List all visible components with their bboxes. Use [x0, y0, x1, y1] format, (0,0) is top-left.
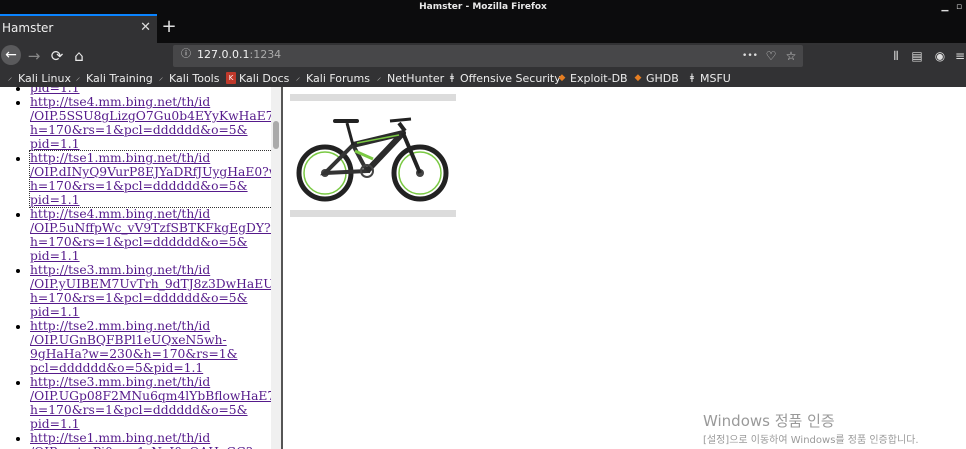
image-top-border	[290, 94, 456, 101]
kali-icon: ⸝	[295, 73, 301, 83]
image-link[interactable]: pid=1.1	[30, 87, 272, 95]
url-bar[interactable]: ⓘ 127.0.0.1:1234 ••• ♡ ☆	[173, 45, 803, 67]
ghdb-icon: ◆	[634, 73, 642, 83]
windows-activation-title: Windows 정품 인증	[703, 412, 835, 430]
seatpost	[345, 122, 355, 146]
exploitdb-icon: ◆	[558, 73, 566, 83]
bookmark-kali-tools[interactable]: ⸝ Kali Tools	[156, 71, 220, 85]
pocket-icon[interactable]: ♡	[762, 46, 780, 66]
bookmark-kali-forums[interactable]: ⸝ Kali Forums	[293, 71, 370, 85]
kali-icon: ⸝	[75, 73, 81, 83]
image-bottom-border	[290, 210, 456, 217]
kali-icon: ⸝	[7, 73, 13, 83]
image-link[interactable]: http://tse1.mm.bing.net/th/id /OIP.mvtwP…	[30, 431, 273, 449]
bicycle-image[interactable]	[295, 105, 455, 209]
bookmark-kali-training[interactable]: ⸝ Kali Training	[73, 71, 153, 85]
kali-icon: ⸝	[376, 73, 382, 83]
bookmark-exploit-db[interactable]: ◆ Exploit-DB	[557, 71, 628, 85]
back-button[interactable]: ←	[1, 45, 21, 65]
image-link[interactable]: http://tse3.mm.bing.net/th/id /OIP.yUIBE…	[30, 263, 281, 319]
url-text[interactable]: 127.0.0.1:1234	[197, 48, 281, 61]
image-link[interactable]: http://tse4.mm.bing.net/th/id /OIP.5uNff…	[30, 207, 281, 263]
tab-hamster[interactable]: Hamster ✕	[0, 14, 157, 43]
list-item: http://tse1.mm.bing.net/th/id /OIP.dINyQ…	[29, 150, 281, 208]
list-item: pid=1.1	[30, 87, 272, 95]
handlebar	[389, 117, 412, 123]
offsec-icon: ǂ	[689, 73, 695, 83]
menu-icon[interactable]: ≡	[950, 46, 966, 66]
link-list: pid=1.1http://tse4.mm.bing.net/th/id /OI…	[0, 87, 281, 449]
image-link[interactable]: http://tse4.mm.bing.net/th/id /OIP.5SSU8…	[30, 95, 281, 151]
bookmark-nethunter[interactable]: ⸝ NetHunter	[374, 71, 444, 85]
right-frame	[285, 87, 966, 449]
left-frame: pid=1.1http://tse4.mm.bing.net/th/id /OI…	[0, 87, 283, 449]
image-link[interactable]: http://tse2.mm.bing.net/th/id /OIP.UGnBQ…	[30, 319, 272, 375]
bookmarks-toolbar: ⸝ Kali Linux ⸝ Kali Training ⸝ Kali Tools K…	[0, 69, 966, 87]
left-frame-scrollbar[interactable]	[271, 87, 281, 449]
home-button[interactable]: ⌂	[69, 46, 89, 66]
tab-title: Hamster	[2, 21, 54, 35]
window-title: Hamster - Mozilla Firefox	[419, 2, 547, 12]
window-titlebar: Hamster - Mozilla Firefox ▁ ▫	[0, 0, 966, 14]
list-item: http://tse1.mm.bing.net/th/id /OIP.mvtwP…	[30, 431, 273, 449]
forward-button[interactable]: →	[24, 46, 44, 66]
reload-button[interactable]: ⟳	[47, 46, 67, 66]
kali-docs-icon: K	[226, 72, 236, 84]
minimize-icon[interactable]: ▁	[938, 0, 952, 14]
bookmark-msfu[interactable]: ǂ MSFU	[687, 71, 731, 85]
library-icon[interactable]: ⫴	[886, 46, 906, 66]
new-tab-button[interactable]: +	[160, 17, 178, 37]
stem	[397, 121, 407, 133]
tab-strip: Hamster ✕ +	[0, 14, 966, 43]
sidebar-icon[interactable]: ▤	[907, 46, 927, 66]
page-content: pid=1.1http://tse4.mm.bing.net/th/id /OI…	[0, 87, 966, 449]
bookmark-star-icon[interactable]: ☆	[782, 46, 800, 66]
navigation-toolbar: ← → ⟳ ⌂ ⓘ 127.0.0.1:1234 ••• ♡ ☆ ⫴ ▤ ◉ ≡	[0, 43, 966, 69]
list-item: http://tse3.mm.bing.net/th/id /OIP.UGp08…	[30, 375, 281, 431]
offsec-icon: ǂ	[449, 73, 455, 83]
list-item: http://tse2.mm.bing.net/th/id /OIP.UGnBQ…	[30, 319, 272, 375]
bookmark-ghdb[interactable]: ◆ GHDB	[633, 71, 679, 85]
windows-activation-message: [설정]으로 이동하여 Windows를 정품 인증합니다.	[703, 435, 919, 446]
image-link[interactable]: http://tse3.mm.bing.net/th/id /OIP.UGp08…	[30, 375, 281, 431]
account-icon[interactable]: ◉	[930, 46, 950, 66]
page-actions-icon[interactable]: •••	[741, 46, 759, 66]
list-item: http://tse3.mm.bing.net/th/id /OIP.yUIBE…	[30, 263, 281, 319]
close-tab-icon[interactable]: ✕	[140, 20, 151, 35]
image-link[interactable]: http://tse1.mm.bing.net/th/id /OIP.dINyQ…	[29, 150, 281, 208]
bookmark-kali-docs[interactable]: K Kali Docs	[226, 71, 289, 85]
scrollbar-thumb[interactable]	[273, 121, 279, 149]
kali-icon: ⸝	[158, 73, 164, 83]
bookmark-kali-linux[interactable]: ⸝ Kali Linux	[5, 71, 71, 85]
bookmark-offensive-security[interactable]: ǂ Offensive Security	[447, 71, 561, 85]
maximize-icon[interactable]: ▫	[952, 0, 966, 14]
site-info-icon[interactable]: ⓘ	[179, 48, 193, 62]
list-item: http://tse4.mm.bing.net/th/id /OIP.5uNff…	[30, 207, 281, 263]
list-item: http://tse4.mm.bing.net/th/id /OIP.5SSU8…	[30, 95, 281, 151]
